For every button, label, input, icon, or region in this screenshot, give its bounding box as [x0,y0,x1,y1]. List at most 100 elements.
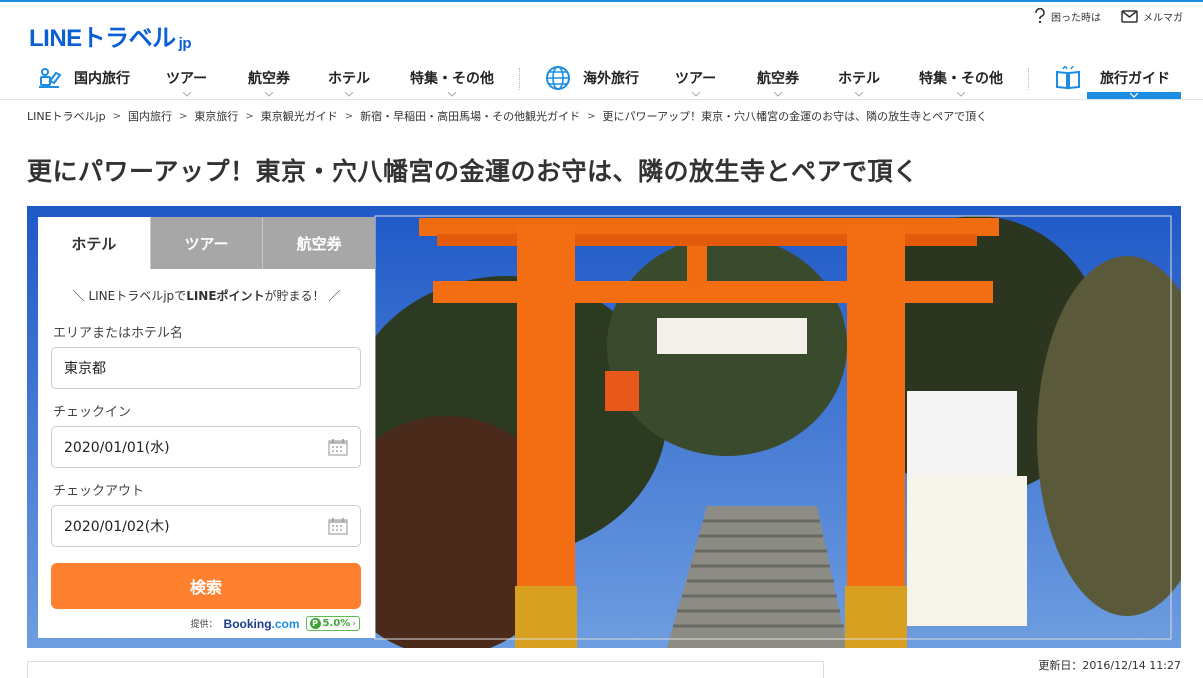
area-value: 東京都 [64,361,106,377]
promo-bold: LINEポイント [186,289,265,303]
nav-divider [519,68,520,90]
chevron-down-icon [691,92,700,97]
breadcrumb-item[interactable]: 東京観光ガイド > [261,108,360,124]
globe-icon [546,66,570,90]
breadcrumb-label: 更にパワーアップ！東京・穴八幡宮の金運のお守は、隣の放生寺とペアで頂く [602,110,988,123]
global-nav: 国内旅行 ツアー 航空券 ホテル 特集・その他 海外旅行 ツアー 航空券 ホテル… [0,62,1203,99]
top-accent-line [0,0,1203,2]
nav-overseas-label: 海外旅行 [583,71,639,87]
site-logo[interactable]: LINEトラベル jp [29,18,192,53]
chevron-down-icon [1130,93,1138,98]
breadcrumb-label: 東京旅行 [194,110,239,123]
updated-date: 更新日：2016/12/14 11:27 [1038,659,1181,672]
nav-domestic-feature[interactable]: 特集・その他 [410,62,494,97]
nav-divider [1028,68,1029,90]
help-label: 困った時は [1051,12,1101,24]
breadcrumb-label: 新宿・早稲田・高田馬場・その他観光ガイド [360,110,581,123]
promo-text: ＼ LINEトラベルjpで [72,289,187,303]
booking-logo: Booking.com [224,617,300,631]
question-icon [1035,8,1045,24]
calendar-icon[interactable] [328,438,348,456]
mail-icon [1121,9,1138,23]
nav-overseas-flight[interactable]: 航空券 [757,62,799,97]
breadcrumb-separator: > [245,110,254,122]
article-content-box [27,661,824,678]
points-rate: 5.0% [322,618,351,629]
line-point-icon: P [309,618,321,629]
nav-domestic[interactable]: 国内旅行 [36,62,130,94]
nav-label: ツアー [166,71,208,87]
breadcrumb-label: 国内旅行 [127,110,172,123]
breadcrumb-item[interactable]: 国内旅行 > [128,108,194,124]
active-nav-indicator [1087,92,1181,99]
breadcrumb-item[interactable]: 新宿・早稲田・高田馬場・その他観光ガイド > [360,108,602,124]
calendar-icon[interactable] [328,517,348,535]
chevron-down-icon [182,92,191,97]
nav-overseas-tour[interactable]: ツアー [675,62,717,97]
nav-overseas-hotel[interactable]: ホテル [838,62,880,97]
area-input[interactable]: 東京都 [51,347,361,389]
nav-overseas[interactable]: 海外旅行 [545,62,639,94]
nav-label: ホテル [328,71,370,87]
checkout-input[interactable]: 2020/01/02(木) [51,505,361,547]
nav-label: 特集・その他 [919,71,1003,87]
nav-domestic-tour[interactable]: ツアー [166,62,208,97]
points-badge[interactable]: P 5.0% › [305,616,360,631]
area-label: エリアまたはホテル名 [53,326,184,341]
mail-magazine-link[interactable]: メルマガ [1121,9,1183,24]
promo-text: が貯まる！ ／ [264,289,341,303]
breadcrumb-label: 東京観光ガイド [260,110,338,123]
nav-overseas-feature[interactable]: 特集・その他 [919,62,1003,97]
tab-flight[interactable]: 航空券 [262,217,376,269]
nav-domestic-label: 国内旅行 [74,71,130,87]
search-tabs: ホテル ツアー 航空券 [38,217,376,269]
chevron-down-icon [345,92,353,97]
breadcrumb-separator: > [178,110,188,122]
logo-suffix: jp [178,35,192,52]
nav-label: ツアー [675,71,717,87]
line-points-promo: ＼ LINEトラベルjpでLINEポイントが貯まる！ ／ [38,287,375,304]
hotel-search-panel: ホテル ツアー 航空券 ＼ LINEトラベルjpでLINEポイントが貯まる！ ／… [38,217,376,638]
provider-credit: 提供： Booking.com P 5.0% › [38,616,360,631]
book-icon [1056,66,1080,90]
logo-text: LINEトラベル [29,25,176,52]
chevron-down-icon [855,92,863,97]
nav-travel-guide[interactable]: 旅行ガイド [1055,62,1170,94]
breadcrumb-separator: > [587,110,596,122]
nav-guide-label: 旅行ガイド [1100,71,1170,87]
domestic-travel-icon [39,68,62,88]
chevron-down-icon [265,92,273,97]
help-link[interactable]: 困った時は [1034,8,1101,24]
breadcrumb-item[interactable]: 東京旅行 > [194,108,260,124]
mail-label: メルマガ [1143,12,1183,24]
booking-tld: .com [271,616,300,631]
nav-label: 航空券 [757,71,799,87]
breadcrumb: LINEトラベルjp > 国内旅行 > 東京旅行 > 東京観光ガイド > 新宿・早稲田・… [27,108,987,124]
chevron-down-icon [957,92,965,97]
nav-divider-line [0,99,1203,100]
checkout-label: チェックアウト [53,484,145,499]
breadcrumb-label: LINEトラベルjp [27,110,106,123]
checkin-value: 2020/01/01(水) [64,440,170,456]
nav-label: ホテル [838,71,880,87]
tab-tour[interactable]: ツアー [149,217,263,269]
nav-domestic-hotel[interactable]: ホテル [328,62,370,97]
provider-label: 提供： [190,620,218,630]
checkin-input[interactable]: 2020/01/01(水) [51,426,361,468]
checkin-label: チェックイン [53,405,132,420]
search-button[interactable]: 検索 [51,563,361,609]
breadcrumb-separator: > [344,110,354,122]
nav-label: 航空券 [248,71,290,87]
breadcrumb-separator: > [112,110,121,122]
tab-hotel[interactable]: ホテル [38,217,150,269]
breadcrumb-item[interactable]: LINEトラベルjp > [27,108,128,124]
nav-domestic-flight[interactable]: 航空券 [248,62,290,97]
chevron-down-icon [448,92,456,97]
nav-label: 特集・その他 [410,71,494,87]
chevron-down-icon [774,92,782,97]
checkout-value: 2020/01/02(木) [64,519,170,535]
chevron-right-icon: › [352,618,356,629]
utility-links: 困った時は メルマガ [1034,8,1183,24]
breadcrumb-current: 更にパワーアップ！東京・穴八幡宮の金運のお守は、隣の放生寺とペアで頂く [603,108,988,124]
booking-name: Booking [223,616,272,631]
